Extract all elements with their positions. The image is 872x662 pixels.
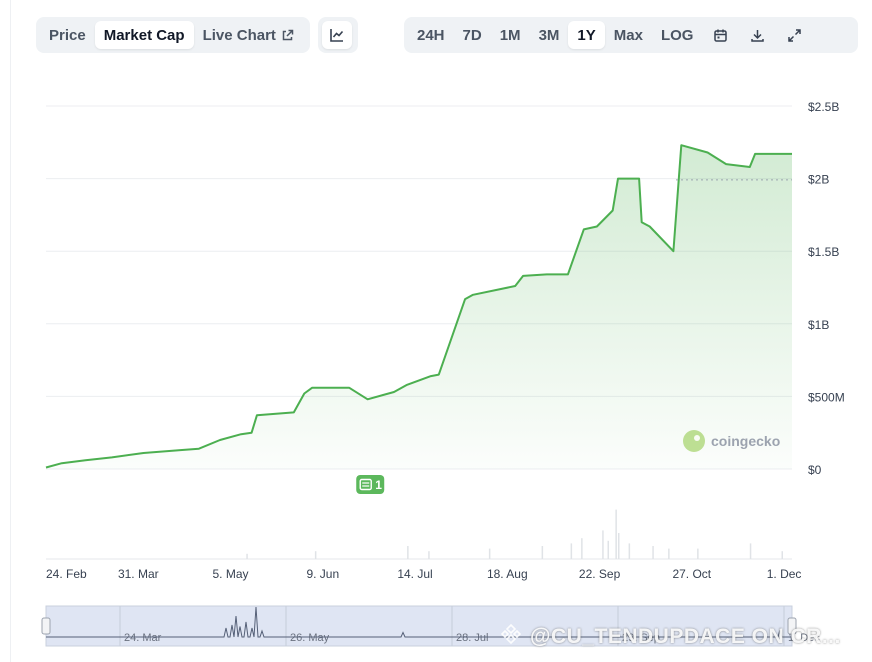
volume-bar	[541, 546, 544, 559]
volume-bar	[781, 551, 783, 559]
y-tick-label: $2.5B	[808, 100, 839, 114]
volume-bar	[407, 546, 409, 559]
volume-bar	[615, 509, 617, 559]
volume-bar	[602, 530, 604, 559]
x-tick-label: 5. May	[212, 567, 248, 581]
volume-bar	[652, 546, 654, 559]
market-cap-area	[46, 145, 792, 469]
navigator-tick-label: 26. May	[290, 632, 330, 644]
x-tick-label: 18. Aug	[487, 567, 528, 581]
volume-bar	[607, 540, 609, 559]
volume-bar	[314, 551, 317, 559]
volume-bar	[697, 548, 699, 559]
x-tick-label: 22. Sep	[579, 567, 621, 581]
y-tick-label: $1.5B	[808, 245, 839, 259]
x-tick-label: 31. Mar	[118, 567, 159, 581]
x-tick-label: 9. Jun	[306, 567, 339, 581]
navigator-tick-label: 24. Mar	[124, 632, 162, 644]
coingecko-logo: coingecko	[683, 430, 780, 452]
volume-bar	[570, 543, 573, 559]
x-tick-label: 24. Feb	[46, 567, 87, 581]
x-tick-label: 27. Oct	[672, 567, 711, 581]
y-tick-label: $2B	[808, 173, 829, 187]
navigator-right-handle[interactable]	[787, 617, 797, 635]
coingecko-wordmark: coingecko	[711, 433, 780, 449]
y-tick-label: $0	[808, 463, 822, 477]
volume-bar	[749, 543, 752, 559]
volume-bar	[581, 538, 583, 559]
navigator-tick-label: 28. Jul	[456, 632, 488, 644]
gecko-icon	[683, 430, 705, 452]
navigator-left-handle[interactable]	[41, 617, 51, 635]
range-navigator[interactable]: 24. Mar 26. May 28. Jul 29. Sep 1. Dec	[41, 605, 820, 647]
news-annotation[interactable]: 1	[356, 475, 385, 494]
y-tick-label: $1B	[808, 318, 829, 332]
volume-bar	[428, 551, 430, 559]
x-tick-label: 1. Dec	[767, 567, 802, 581]
market-cap-chart: $0 $500M $1B $1.5B $2B $2.5B 1 coingecko 24. …	[41, 100, 845, 647]
volume-bar	[488, 548, 491, 559]
volume-bar	[246, 553, 248, 559]
volume-bar	[618, 533, 620, 559]
y-tick-label: $500M	[808, 390, 845, 404]
volume-bar	[628, 543, 631, 559]
x-tick-label: 14. Jul	[397, 567, 432, 581]
volume-bar	[668, 548, 670, 559]
annotation-count: 1	[375, 478, 382, 492]
